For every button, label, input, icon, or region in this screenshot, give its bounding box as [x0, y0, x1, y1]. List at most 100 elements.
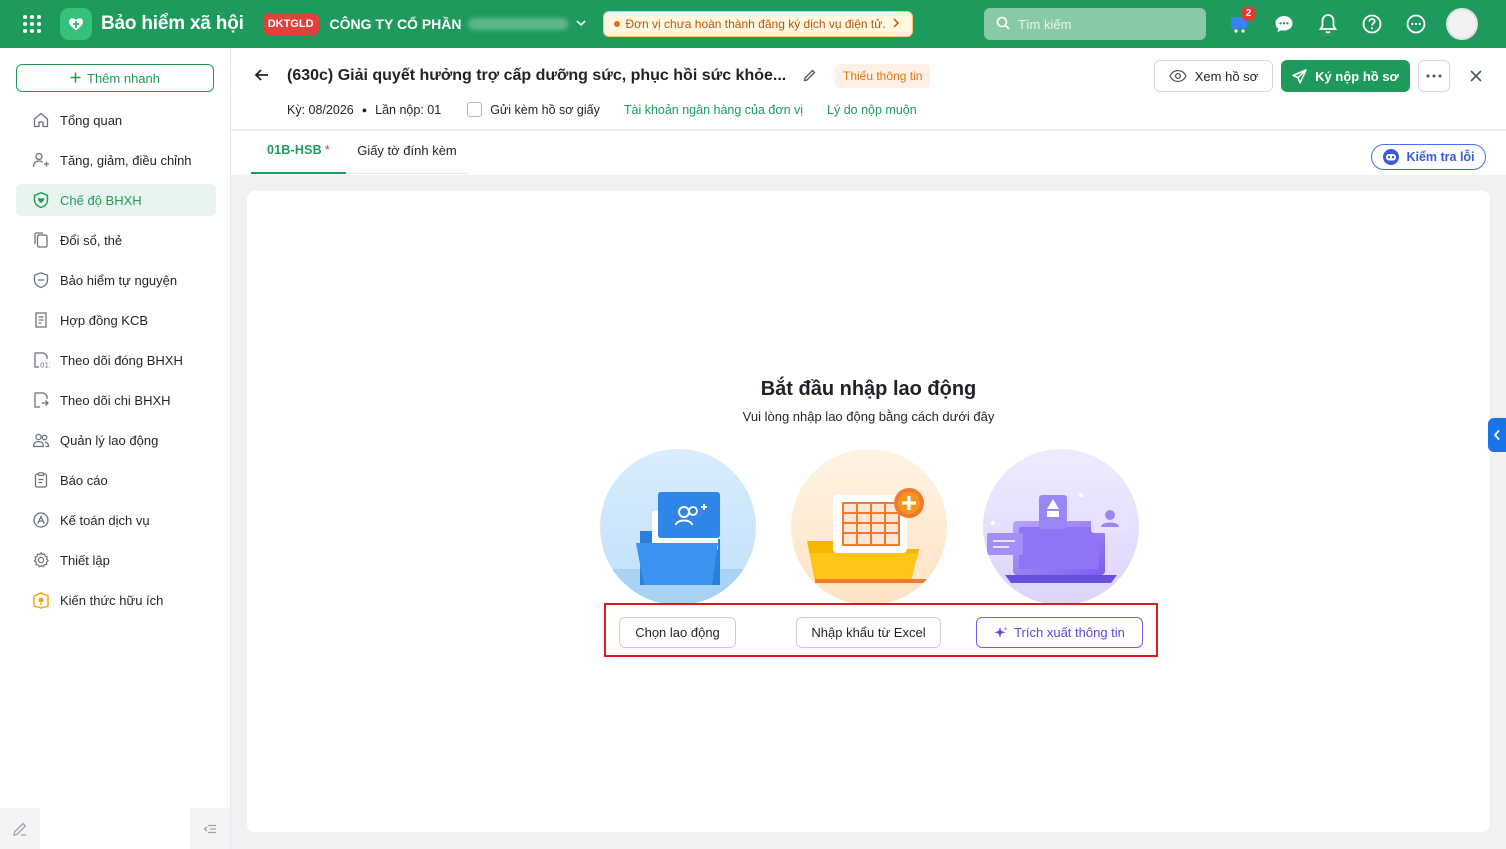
sidebar-item-track-payouts[interactable]: Theo dõi chi BHXH — [16, 384, 216, 416]
feedback-edit-button[interactable] — [0, 808, 40, 849]
sidebar-item-kcb-contract[interactable]: Hợp đồng KCB — [16, 304, 216, 336]
search-box[interactable] — [984, 8, 1206, 40]
sidebar-item-label: Đổi sổ, thẻ — [60, 232, 123, 248]
sidebar-item-label: Bảo hiểm tự nguyện — [60, 272, 178, 288]
app-logo-icon — [60, 8, 92, 40]
check-errors-button[interactable]: Kiểm tra lỗi — [1371, 144, 1486, 170]
sidebar-item-label: Theo dõi chi BHXH — [60, 392, 171, 408]
sidebar-item-label: Chế độ BHXH — [60, 192, 142, 208]
sidebar-item-overview[interactable]: Tổng quan — [16, 104, 216, 136]
sidebar-item-label: Thiết lập — [60, 552, 110, 568]
sidebar-item-label: Báo cáo — [60, 472, 108, 488]
ellipsis-icon — [1426, 74, 1442, 78]
close-icon[interactable] — [1464, 64, 1488, 88]
document-meta: Kỳ: 08/2026 ● Lần nộp: 01 Gửi kèm hồ sơ … — [287, 102, 917, 117]
help-icon[interactable] — [1356, 8, 1388, 40]
alert-text: Đơn vị chưa hoàn thành đăng ký dịch vụ đ… — [625, 17, 886, 31]
quick-add-label: Thêm nhanh — [87, 70, 160, 86]
sidebar-item-label: Tổng quan — [60, 112, 123, 128]
sidebar-item-label: Hợp đồng KCB — [60, 312, 149, 328]
users-icon — [32, 433, 50, 448]
accounting-icon — [33, 512, 49, 528]
search-icon — [996, 16, 1010, 33]
tab-label: 01B-HSB — [267, 143, 322, 157]
paper-file-checkbox-label[interactable]: Gửi kèm hồ sơ giấy — [490, 103, 600, 117]
back-arrow-icon[interactable] — [253, 66, 271, 87]
user-adjust-icon — [32, 152, 49, 168]
paper-file-checkbox[interactable] — [467, 102, 483, 117]
view-file-button[interactable]: Xem hồ sơ — [1154, 60, 1273, 92]
svg-text:012: 012 — [40, 362, 50, 370]
pen-icon — [13, 822, 27, 836]
sidebar-item-settings[interactable]: Thiết lập — [16, 544, 216, 576]
sidebar-item-reports[interactable]: Báo cáo — [16, 464, 216, 496]
empty-state-subtitle: Vui lòng nhập lao động bằng cách dưới đâ… — [742, 409, 995, 424]
registration-alert[interactable]: Đơn vị chưa hoàn thành đăng ký dịch vụ đ… — [602, 11, 913, 37]
edit-title-icon[interactable] — [803, 68, 817, 85]
quick-add-button[interactable]: Thêm nhanh — [16, 64, 214, 92]
sidebar-item-bhxh-regime[interactable]: Chế độ BHXH — [16, 184, 216, 216]
sign-submit-button[interactable]: Ký nộp hồ sơ — [1281, 60, 1410, 92]
import-excel-illustration — [791, 449, 947, 605]
form-tabs: 01B-HSB * Giấy tờ đính kèm Kiểm tra lỗi — [231, 131, 1506, 175]
content-card: Bắt đầu nhập lao động Vui lòng nhập lao … — [247, 191, 1490, 832]
alert-dot-icon — [613, 21, 620, 27]
cart-count-badge: 2 — [1241, 6, 1256, 21]
sidebar-item-knowledge[interactable]: Kiến thức hữu ích — [16, 584, 216, 616]
late-reason-link[interactable]: Lý do nộp muộn — [827, 103, 917, 117]
collapse-sidebar-button[interactable] — [190, 808, 230, 849]
apps-grid-icon[interactable] — [0, 0, 64, 48]
collapse-icon — [203, 824, 216, 833]
empty-state-title: Bắt đầu nhập lao động — [760, 378, 977, 400]
bank-account-link[interactable]: Tài khoản ngân hàng của đơn vị — [624, 103, 803, 117]
eye-icon — [1169, 69, 1187, 83]
robot-icon — [1383, 149, 1400, 165]
chat-icon[interactable] — [1268, 8, 1300, 40]
sidebar-item-label: Tăng, giảm, điều chỉnh — [60, 152, 192, 168]
sign-submit-label: Ký nộp hồ sơ — [1315, 68, 1399, 84]
calendar-icon: 012 — [34, 352, 50, 370]
sidebar-item-book-card-exchange[interactable]: Đổi sổ, thẻ — [16, 224, 216, 256]
copy-icon — [34, 232, 48, 248]
sidebar-item-adjustments[interactable]: Tăng, giảm, điều chỉnh — [16, 144, 216, 176]
knowledge-icon — [33, 592, 49, 609]
sidebar-item-track-payments[interactable]: 012 Theo dõi đóng BHXH — [16, 344, 216, 376]
company-name-redacted — [467, 18, 568, 30]
separator-dot: ● — [361, 104, 368, 115]
app-title: Bảo hiểm xã hội — [101, 13, 244, 34]
avatar[interactable] — [1446, 8, 1478, 40]
company-code-badge: DKTGLD — [262, 13, 319, 35]
sidebar-nav: Tổng quan Tăng, giảm, điều chỉnh Chế độ … — [16, 104, 216, 624]
side-panel-toggle[interactable] — [1488, 418, 1506, 452]
heart-shield-icon — [33, 192, 49, 209]
search-input[interactable] — [1018, 16, 1188, 32]
sidebar-item-label: Kế toán dịch vụ — [60, 512, 150, 528]
more-actions-button[interactable] — [1418, 60, 1450, 92]
page-title: (630c) Giải quyết hưởng trợ cấp dưỡng sứ… — [287, 67, 787, 84]
top-bar: Bảo hiểm xã hội DKTGLD CÔNG TY CỔ PHẦN Đ… — [0, 0, 1506, 48]
plus-icon — [70, 71, 81, 86]
sidebar-item-service-accounting[interactable]: Kế toán dịch vụ — [16, 504, 216, 536]
payout-icon — [34, 392, 49, 408]
tab-attachments[interactable]: Giấy tờ đính kèm — [346, 143, 468, 174]
cart-button[interactable]: 2 — [1224, 6, 1256, 40]
ai-extract-illustration — [983, 449, 1139, 605]
sidebar-item-voluntary-insurance[interactable]: Bảo hiểm tự nguyện — [16, 264, 216, 296]
chevron-down-icon — [575, 18, 586, 31]
company-name: CÔNG TY CỔ PHẦN — [329, 16, 462, 32]
check-errors-label: Kiểm tra lỗi — [1406, 150, 1475, 164]
tab-01b-hsb[interactable]: 01B-HSB * — [251, 143, 346, 174]
sidebar: Thêm nhanh Tổng quan Tăng, giảm, điều ch… — [0, 48, 231, 849]
highlight-box — [604, 603, 1158, 657]
report-icon — [34, 472, 48, 488]
bell-icon[interactable] — [1312, 8, 1344, 40]
more-options-icon[interactable] — [1400, 8, 1432, 40]
company-selector[interactable]: CÔNG TY CỔ PHẦN — [330, 16, 586, 32]
period-label: Kỳ: 08/2026 — [287, 102, 354, 117]
send-icon — [1292, 68, 1307, 84]
gear-icon — [33, 552, 49, 568]
choose-employee-illustration — [600, 449, 756, 605]
sidebar-item-label: Kiến thức hữu ích — [60, 592, 164, 608]
sidebar-item-labor-management[interactable]: Quản lý lao động — [16, 424, 216, 456]
document-header: (630c) Giải quyết hưởng trợ cấp dưỡng sứ… — [231, 48, 1506, 130]
